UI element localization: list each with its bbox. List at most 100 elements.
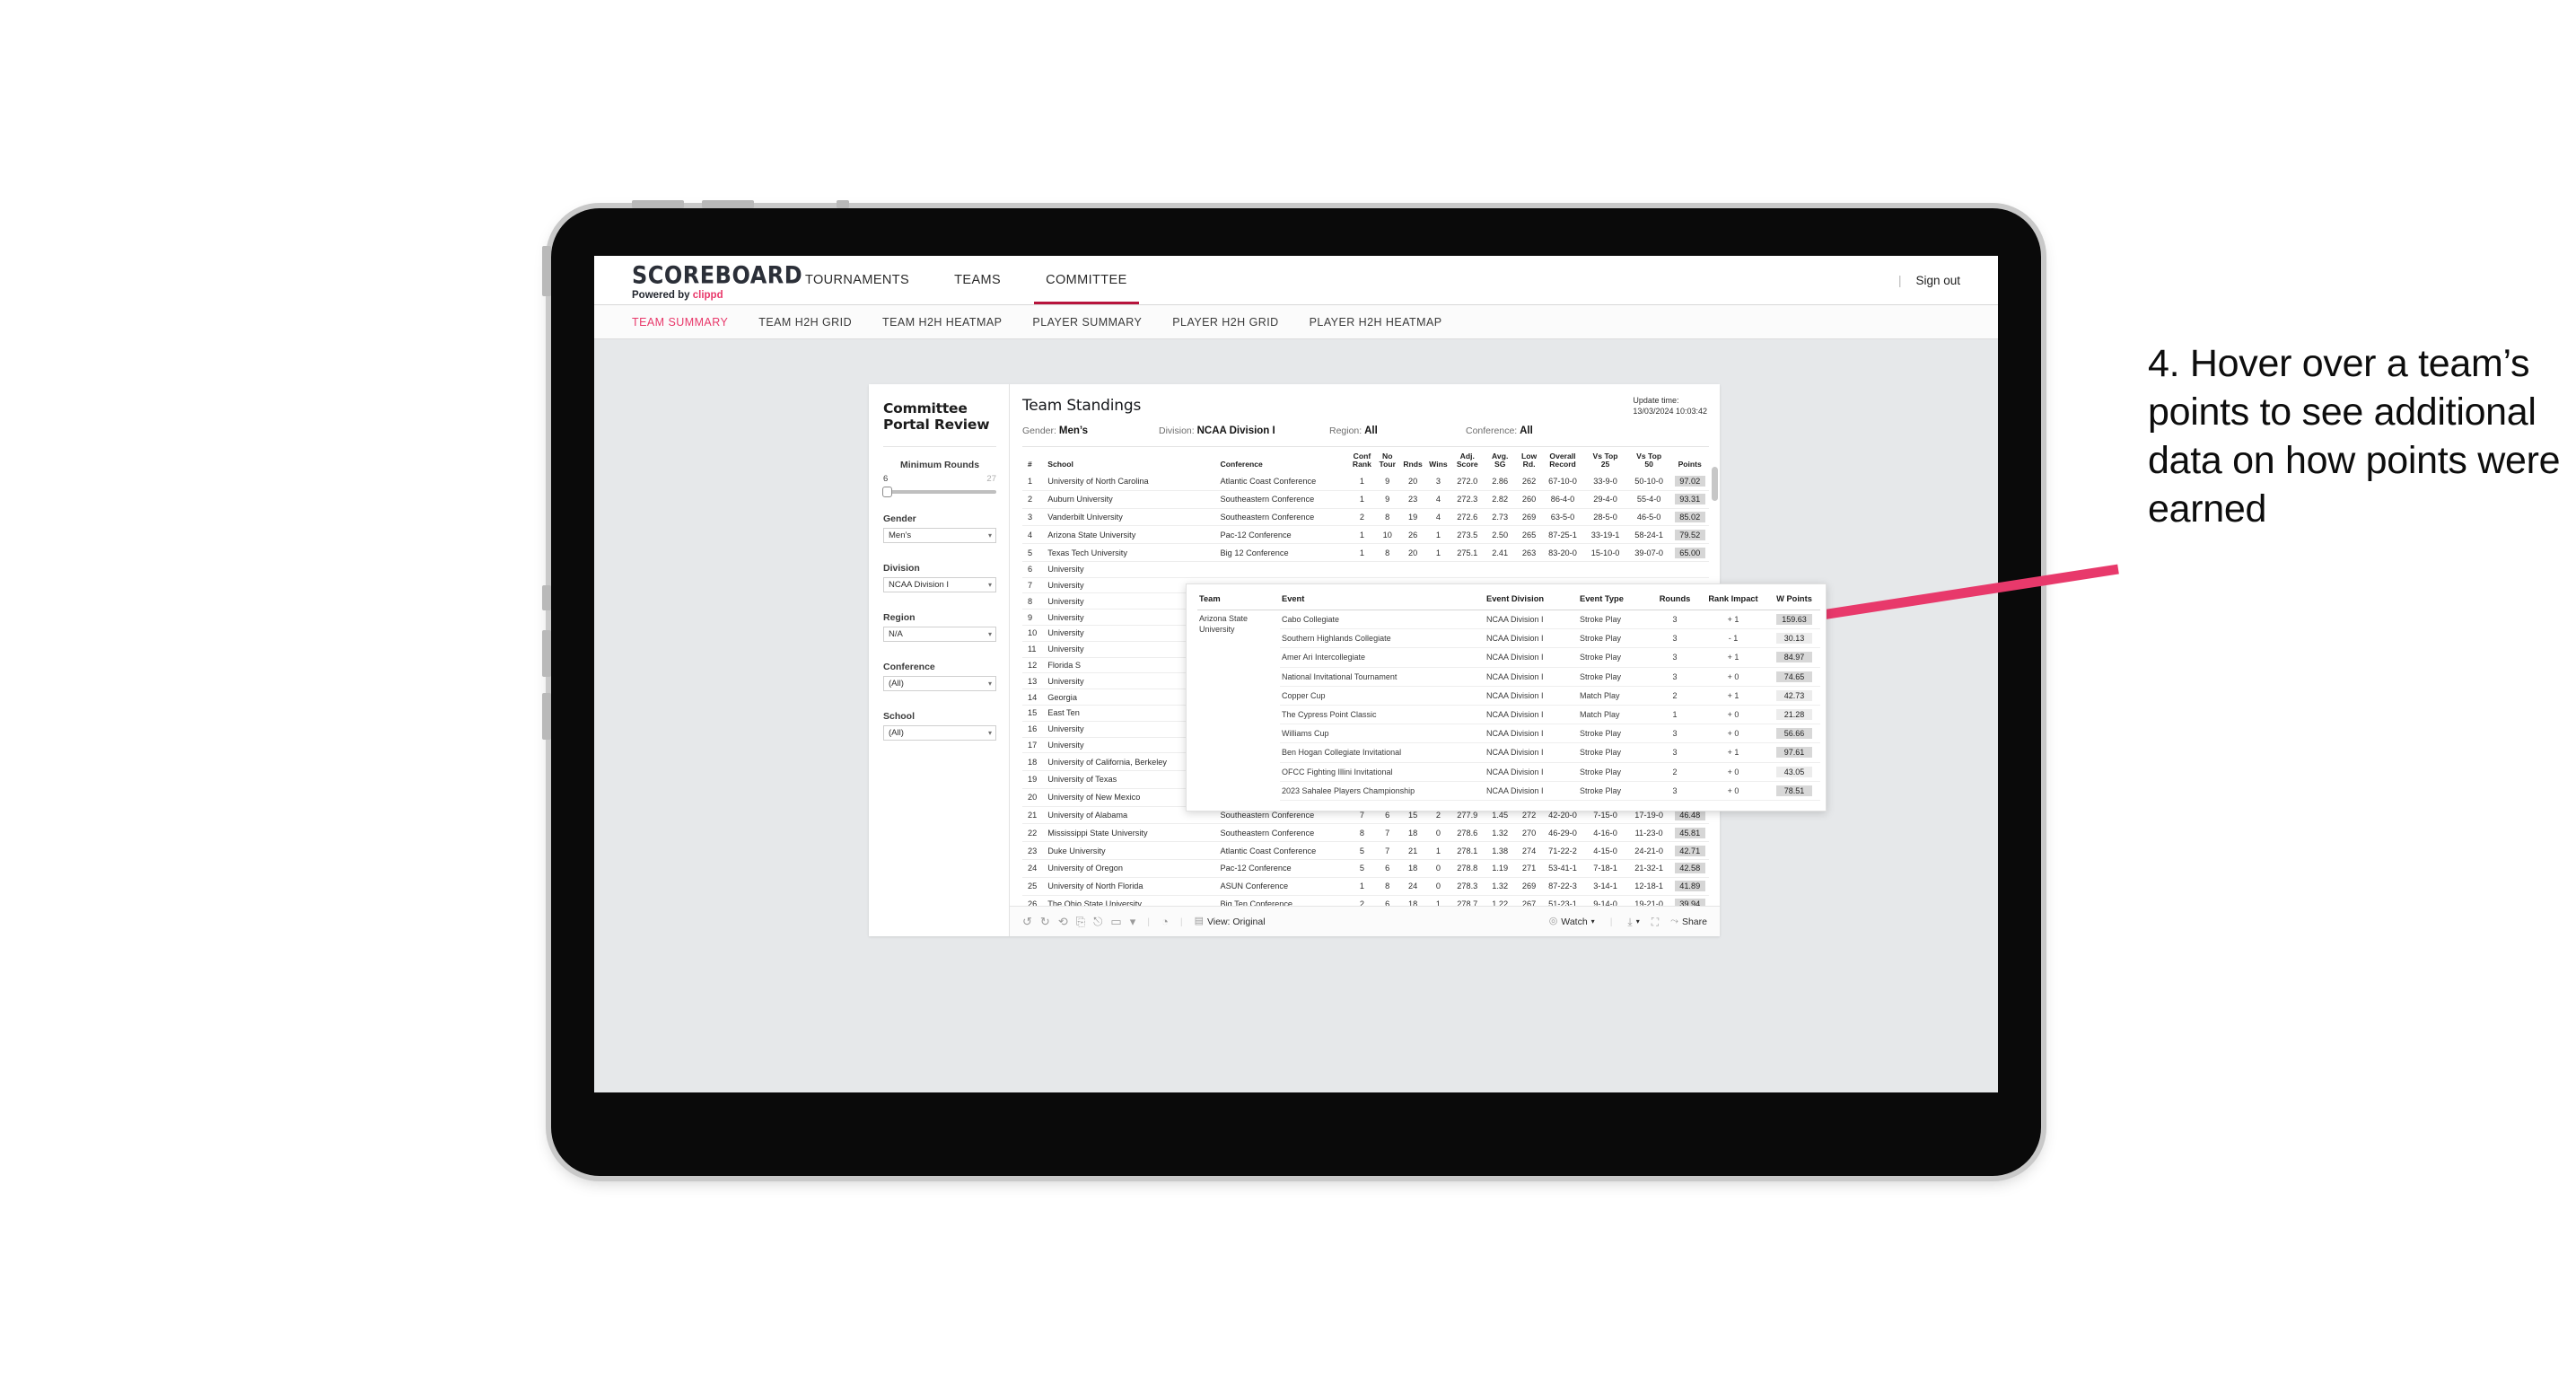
cell-low: 269 [1516,877,1542,896]
cell-sg [1483,561,1517,578]
cell-confrank: 1 [1349,877,1375,896]
cell-points[interactable]: 42.58 [1670,859,1709,878]
tooltip-col-rounds: Rounds [1652,592,1698,610]
subtab-team-summary[interactable]: TEAM SUMMARY [632,316,728,329]
chevron-down-icon: ▾ [987,630,992,638]
subtab-player-summary[interactable]: PLAYER SUMMARY [1032,316,1142,329]
cell-rank: 17 [1022,737,1043,754]
cell-points[interactable]: 42.71 [1670,841,1709,860]
tooltip-row: The Cypress Point Classic NCAA Division I… [1197,705,1820,725]
subtab-team-h2h-grid[interactable]: TEAM H2H GRID [758,316,852,329]
watch-button[interactable]: ◎ Watch ▾ [1549,917,1595,927]
points-chip[interactable]: 93.31 [1674,494,1705,505]
table-row[interactable]: 6 University [1022,561,1709,578]
minimum-rounds-slider[interactable] [882,487,996,497]
download-button[interactable]: ⤓ ▾ [1627,917,1639,927]
gender-select[interactable]: Men’s ▾ [883,528,996,543]
pause-updates-icon[interactable]: ⎋ [1093,916,1102,927]
fullscreen-icon[interactable]: ⛶ [1652,917,1659,927]
table-row[interactable]: 22 Mississippi State University Southeaste… [1022,823,1709,843]
cell-rank: 24 [1022,859,1043,878]
brand-wordmark: SCOREBOARD [632,260,803,290]
cell-school: Duke University [1042,841,1215,860]
custom-view-chevron-icon[interactable]: ▾ [1130,916,1136,927]
undo-icon[interactable]: ↺ [1022,916,1032,927]
col-rank[interactable]: # [1022,449,1042,473]
table-row[interactable]: 2 Auburn University Southeastern Conferenc… [1022,490,1709,509]
col-points[interactable]: Points [1670,449,1709,473]
device-button-volume-down [542,693,551,740]
cell-rec: 46-29-0 [1541,823,1584,843]
cell-low [1516,561,1542,578]
subtab-player-h2h-grid[interactable]: PLAYER H2H GRID [1172,316,1278,329]
cell-points[interactable]: 93.31 [1670,490,1709,509]
table-scrollbar-thumb[interactable] [1712,467,1718,501]
subtab-player-h2h-heatmap[interactable]: PLAYER H2H HEATMAP [1310,316,1442,329]
cell-t50: 50-10-0 [1626,473,1671,491]
points-chip[interactable]: 45.81 [1674,827,1705,838]
col-school[interactable]: School [1042,449,1214,473]
chevron-down-icon: ▾ [987,531,992,539]
points-chip[interactable]: 42.58 [1674,863,1705,874]
col-rnds[interactable]: Rnds [1400,449,1425,473]
tooltip-cell-division: NCAA Division I [1485,724,1578,744]
refresh-data-icon[interactable]: ⎘ [1076,916,1085,927]
table-row[interactable]: 5 Texas Tech University Big 12 Conference 1… [1022,543,1709,562]
table-row[interactable]: 25 University of North Florida ASUN Confer… [1022,877,1709,896]
conference-select[interactable]: (All) ▾ [883,676,996,691]
points-chip[interactable]: 42.71 [1674,845,1705,856]
points-chip[interactable]: 41.89 [1674,881,1705,892]
watch-chevron-icon: ▾ [1590,917,1595,925]
table-row[interactable]: 3 Vanderbilt University Southeastern Confe… [1022,508,1709,527]
brand-logo[interactable]: SCOREBOARD Powered by clippd [594,256,803,304]
table-row[interactable]: 1 University of North Carolina Atlantic Co… [1022,473,1709,491]
tooltip-cell-type: Match Play [1578,686,1652,706]
minimum-rounds-slider-handle[interactable] [882,487,892,497]
cell-conf: Big 12 Conference [1214,543,1350,562]
col-avg-sg[interactable]: Avg. SG [1484,449,1516,473]
nav-tab-tournaments[interactable]: TOURNAMENTS [783,256,932,304]
view-original-button[interactable]: ▤ View: Original [1195,917,1266,927]
col-wins[interactable]: Wins [1425,449,1450,473]
redo-icon[interactable]: ↻ [1040,916,1050,927]
cell-low: 269 [1516,508,1542,527]
col-overall-record[interactable]: Overall Record [1542,449,1584,473]
subtab-team-h2h-heatmap[interactable]: TEAM H2H HEATMAP [882,316,1002,329]
points-chip[interactable]: 85.02 [1674,511,1705,522]
col-conf-rank[interactable]: Conf Rank [1349,449,1374,473]
cell-rnds: 18 [1399,823,1426,843]
signout-link[interactable]: Sign out [1915,274,1960,287]
region-select[interactable]: N/A ▾ [883,627,996,642]
col-adj-score[interactable]: Adj. Score [1451,449,1484,473]
nav-tab-committee[interactable]: COMMITTEE [1023,256,1150,304]
points-chip[interactable]: 79.52 [1674,529,1705,540]
school-select[interactable]: (All) ▾ [883,725,996,741]
nav-tab-teams[interactable]: TEAMS [932,256,1023,304]
cell-points[interactable]: 85.02 [1670,508,1709,527]
cell-rank: 21 [1022,806,1043,825]
cell-points[interactable]: 97.02 [1670,473,1709,491]
signout-area: | Sign out [1898,256,1998,304]
col-vs-top-50[interactable]: Vs Top 50 [1627,449,1671,473]
cell-points[interactable]: 41.89 [1670,877,1709,896]
share-button[interactable]: ⤳ Share [1670,917,1707,927]
col-no-tour[interactable]: No Tour [1375,449,1400,473]
cell-rank: 12 [1022,657,1043,674]
alerts-icon[interactable]: ◔ [1161,916,1169,927]
division-select[interactable]: NCAA Division I ▾ [883,577,996,592]
col-conference[interactable]: Conference [1215,449,1350,473]
cell-points[interactable]: 79.52 [1670,525,1709,545]
tooltip-cell-type: Stroke Play [1578,724,1652,744]
revert-icon[interactable]: ⟲ [1058,916,1068,927]
col-low-rd[interactable]: Low Rd. [1516,449,1541,473]
cell-points[interactable]: 45.81 [1670,823,1709,843]
points-chip[interactable]: 97.02 [1674,476,1705,487]
cell-rank: 2 [1022,490,1043,509]
col-vs-top-25[interactable]: Vs Top 25 [1583,449,1627,473]
table-row[interactable]: 24 University of Oregon Pac-12 Conference 5… [1022,859,1709,878]
table-row[interactable]: 4 Arizona State University Pac-12 Conferen… [1022,525,1709,545]
cell-wins: 1 [1425,543,1451,562]
cell-rec: 53-41-1 [1541,859,1584,878]
custom-view-icon[interactable]: ▭ [1110,916,1121,927]
table-row[interactable]: 23 Duke University Atlantic Coast Conferen… [1022,841,1709,860]
